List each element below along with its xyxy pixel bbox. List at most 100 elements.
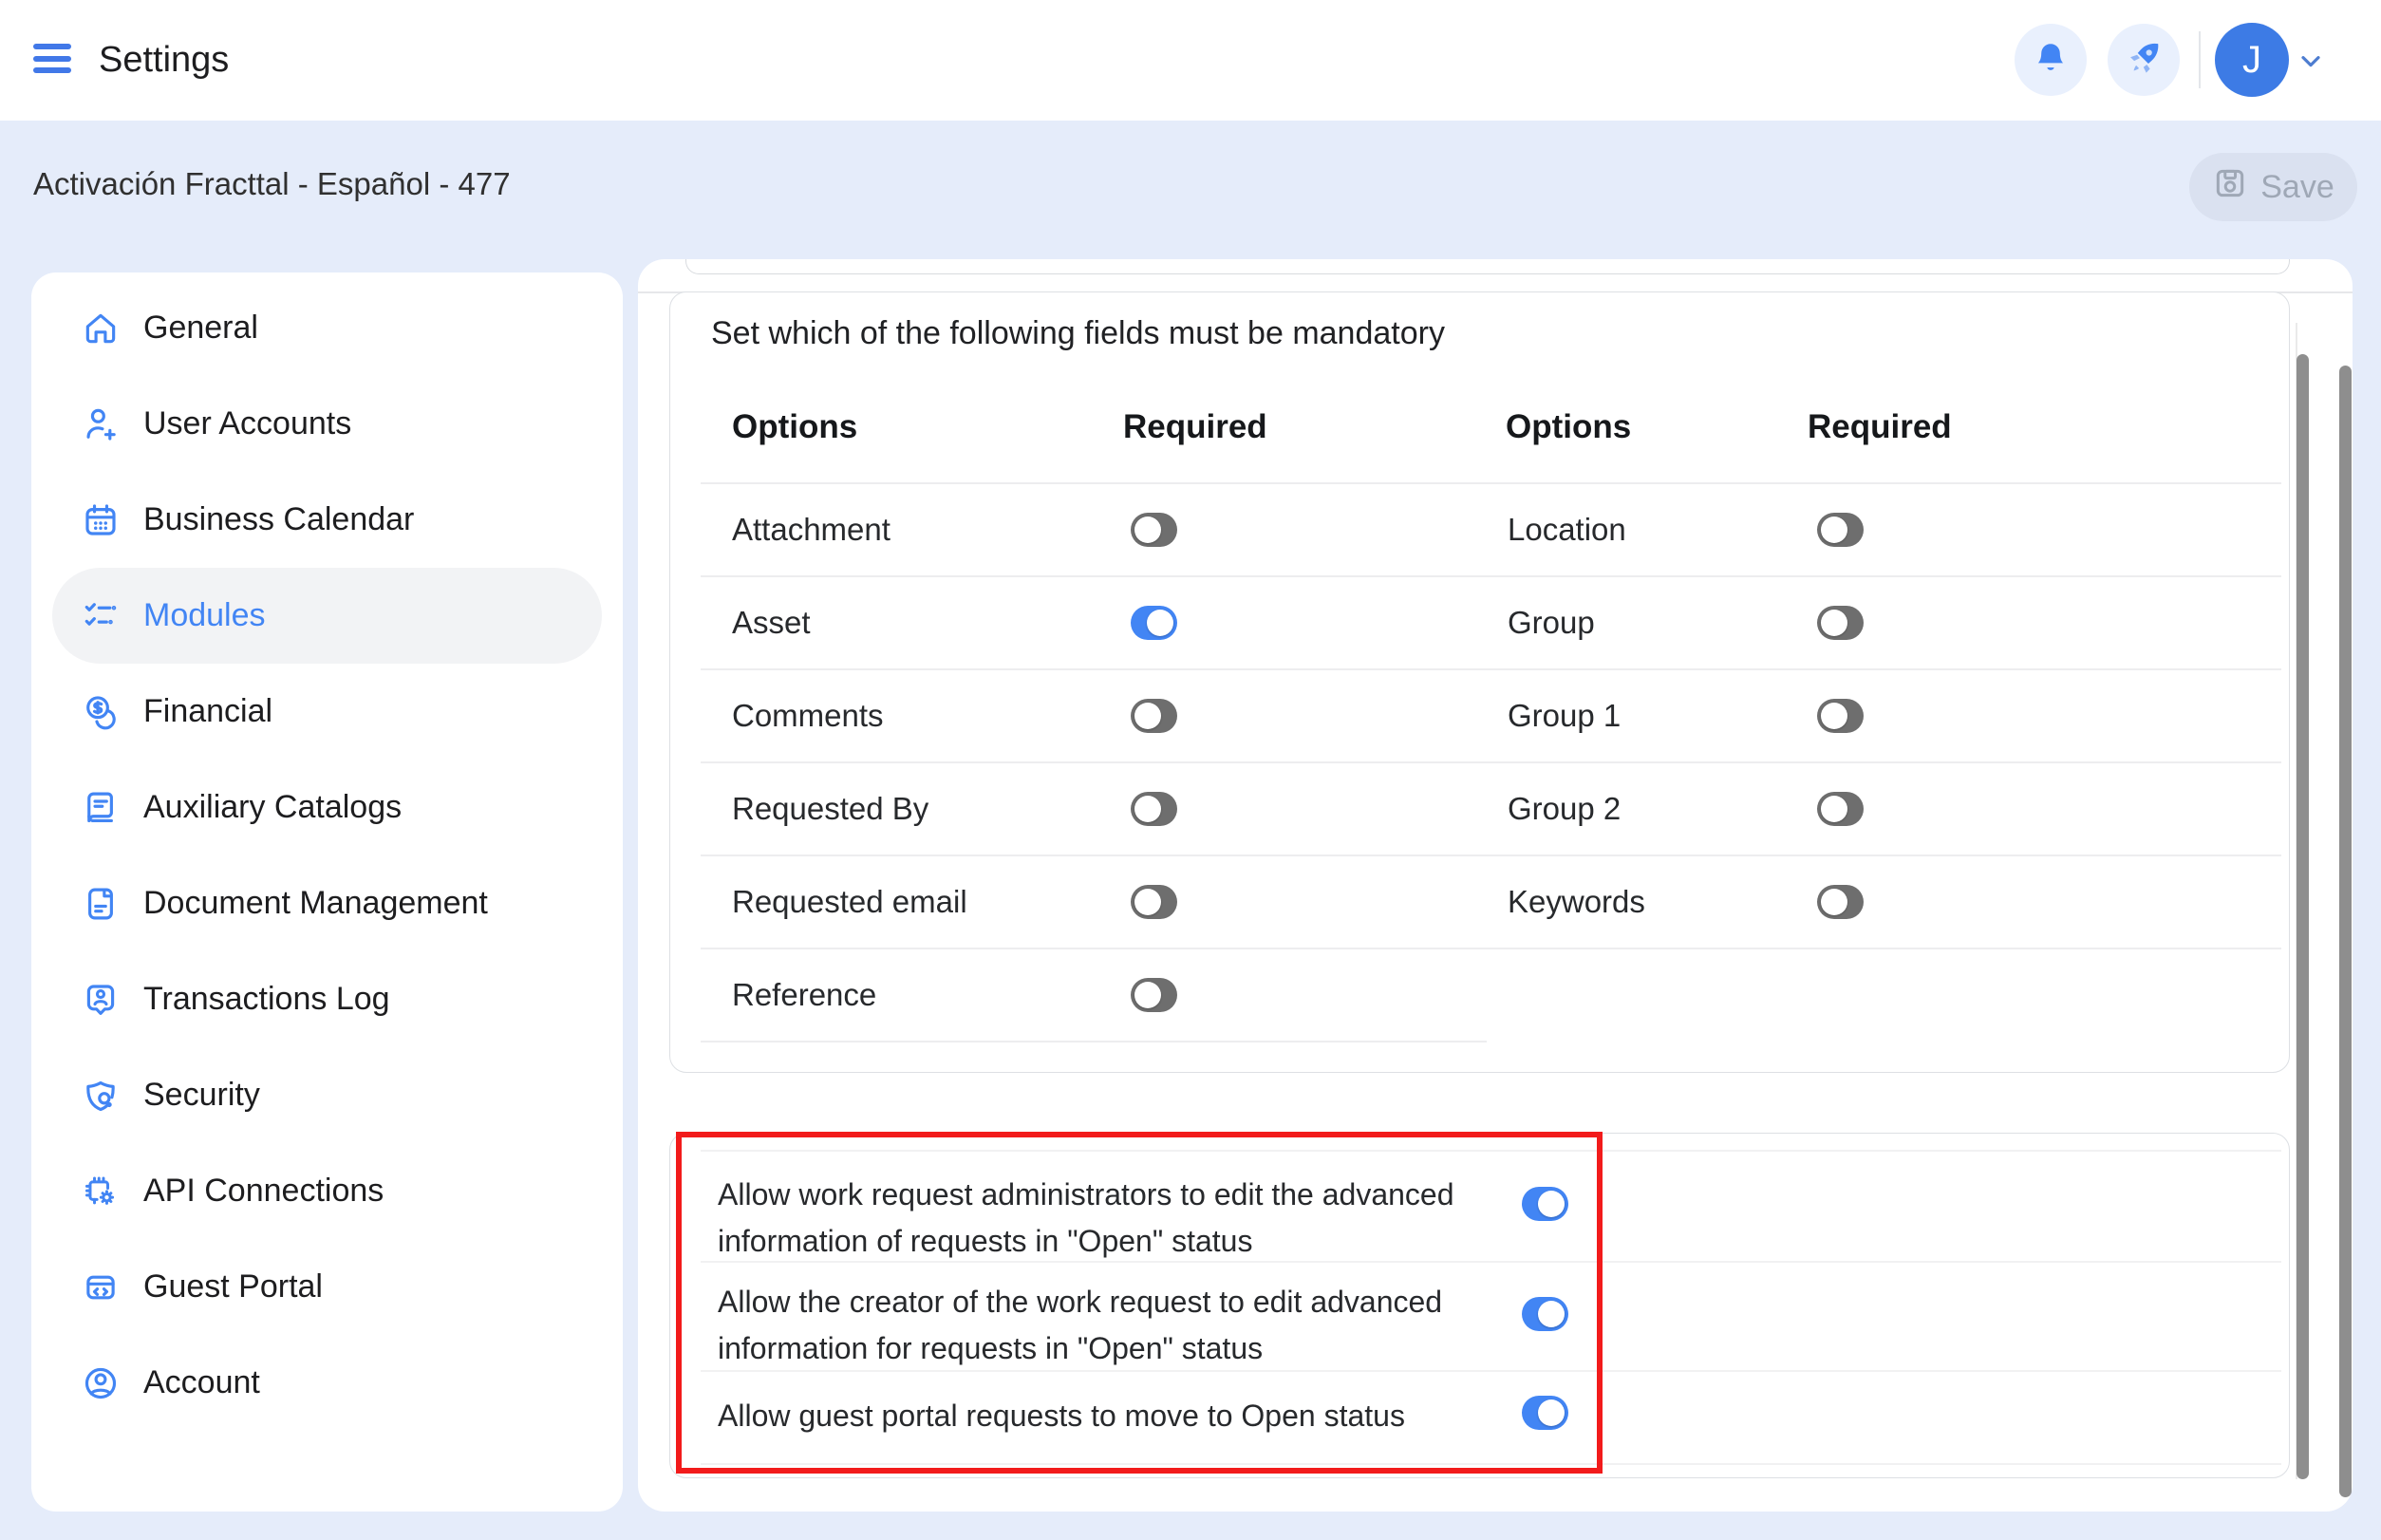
row-divider [701, 668, 2281, 670]
field-label: Requested email [732, 881, 967, 923]
row-divider [701, 1261, 2281, 1263]
sidebar-item-label: Security [143, 1077, 260, 1114]
sidebar-item-user-accounts[interactable]: User Accounts [52, 376, 602, 472]
sidebar-item-security[interactable]: Security [52, 1047, 602, 1143]
row-divider [701, 1370, 2281, 1372]
column-header-required-right: Required [1808, 408, 1952, 446]
toggle-creator-edit-open[interactable] [1522, 1297, 1568, 1331]
settings-sidebar: General User Accounts [31, 272, 623, 1512]
field-label: Attachment [732, 509, 891, 551]
column-header-required-left: Required [1123, 408, 1267, 446]
inner-scrollbar-thumb[interactable] [2297, 354, 2309, 1479]
field-label: Keywords [1508, 881, 1645, 923]
field-label: Asset [732, 602, 811, 644]
settings-content: Set which of the following fields must b… [638, 259, 2353, 1512]
field-label: Group 2 [1508, 788, 1621, 830]
id-badge-icon [81, 980, 121, 1020]
avatar-initial: J [2242, 39, 2261, 82]
toggle-group-1[interactable] [1817, 699, 1864, 733]
sidebar-item-label: Guest Portal [143, 1268, 323, 1305]
toggle-admin-edit-open[interactable] [1522, 1187, 1568, 1221]
sidebar-item-guest-portal[interactable]: Guest Portal [52, 1239, 602, 1335]
row-divider [701, 1041, 1487, 1042]
field-label: Group [1508, 602, 1595, 644]
sidebar-item-account[interactable]: Account [52, 1335, 602, 1431]
sidebar-item-label: Document Management [143, 885, 488, 922]
permission-label: Allow work request administrators to edi… [718, 1172, 1496, 1265]
field-label: Group 1 [1508, 695, 1621, 737]
toggle-requested-by[interactable] [1131, 792, 1177, 826]
breadcrumb: Activación Fracttal - Español - 477 [33, 166, 511, 202]
sidebar-item-general[interactable]: General [52, 280, 602, 376]
row-divider [701, 948, 2281, 949]
card-code-icon [81, 1268, 121, 1307]
floppy-disk-icon [2212, 165, 2248, 210]
toggle-group-2[interactable] [1817, 792, 1864, 826]
row-divider [701, 1463, 2281, 1465]
sidebar-item-business-calendar[interactable]: Business Calendar [52, 472, 602, 568]
topbar-divider [2199, 31, 2201, 88]
save-button[interactable]: Save [2189, 153, 2357, 221]
notifications-button[interactable] [2015, 24, 2087, 96]
document-icon [81, 884, 121, 924]
field-label: Location [1508, 509, 1626, 551]
sidebar-item-api-connections[interactable]: API Connections [52, 1143, 602, 1239]
row-divider [701, 1150, 2281, 1152]
checklist-icon [81, 596, 121, 636]
avatar[interactable]: J [2215, 23, 2289, 97]
chip-gear-icon [81, 1172, 121, 1211]
sidebar-item-document-management[interactable]: Document Management [52, 855, 602, 951]
permission-label: Allow guest portal requests to move to O… [718, 1393, 1496, 1439]
user-circle-icon [81, 1363, 121, 1403]
toggle-attachment[interactable] [1131, 513, 1177, 547]
toggle-group[interactable] [1817, 606, 1864, 640]
toggle-guest-portal-open[interactable] [1522, 1396, 1568, 1430]
whats-new-button[interactable] [2108, 24, 2180, 96]
request-permissions-card: Allow work request administrators to edi… [669, 1133, 2290, 1478]
toggle-asset[interactable] [1131, 606, 1177, 640]
column-header-options-right: Options [1506, 408, 1631, 446]
sidebar-item-label: Modules [143, 597, 266, 634]
sidebar-item-modules[interactable]: Modules [52, 568, 602, 664]
rocket-icon [2123, 37, 2165, 84]
toggle-reference[interactable] [1131, 978, 1177, 1012]
previous-section-card-edge [685, 259, 2290, 274]
home-icon [81, 309, 121, 348]
settings-page: Settings J [0, 0, 2381, 1540]
sidebar-item-label: Auxiliary Catalogs [143, 789, 402, 826]
chevron-down-icon[interactable] [2296, 46, 2326, 81]
toggle-comments[interactable] [1131, 699, 1177, 733]
field-label: Reference [732, 974, 876, 1016]
sidebar-item-label: Financial [143, 693, 272, 730]
sidebar-item-label: Transactions Log [143, 981, 390, 1018]
bell-icon [2031, 38, 2071, 83]
field-label: Requested By [732, 788, 928, 830]
toggle-keywords[interactable] [1817, 885, 1864, 919]
sidebar-item-transactions-log[interactable]: Transactions Log [52, 951, 602, 1047]
row-divider [701, 482, 2281, 484]
mandatory-fields-card: Set which of the following fields must b… [669, 291, 2290, 1073]
coins-icon [81, 692, 121, 732]
field-label: Comments [732, 695, 884, 737]
row-divider [701, 575, 2281, 577]
shield-icon [81, 1076, 121, 1116]
menu-icon[interactable] [33, 44, 71, 76]
permission-label: Allow the creator of the work request to… [718, 1279, 1496, 1372]
sidebar-item-financial[interactable]: Financial [52, 664, 602, 760]
toggle-requested-email[interactable] [1131, 885, 1177, 919]
top-bar: Settings J [0, 0, 2381, 121]
toggle-location[interactable] [1817, 513, 1864, 547]
user-plus-icon [81, 404, 121, 444]
sidebar-item-label: User Accounts [143, 405, 351, 442]
sidebar-item-label: General [143, 310, 258, 347]
row-divider [701, 855, 2281, 856]
book-icon [81, 788, 121, 828]
sidebar-item-label: Business Calendar [143, 501, 414, 538]
outer-scrollbar-thumb[interactable] [2339, 366, 2352, 1497]
calendar-icon [81, 500, 121, 540]
column-header-options-left: Options [732, 408, 857, 446]
sidebar-item-label: API Connections [143, 1173, 384, 1210]
sidebar-item-auxiliary-catalogs[interactable]: Auxiliary Catalogs [52, 760, 602, 855]
save-label: Save [2260, 169, 2334, 206]
sidebar-item-label: Account [143, 1364, 260, 1401]
